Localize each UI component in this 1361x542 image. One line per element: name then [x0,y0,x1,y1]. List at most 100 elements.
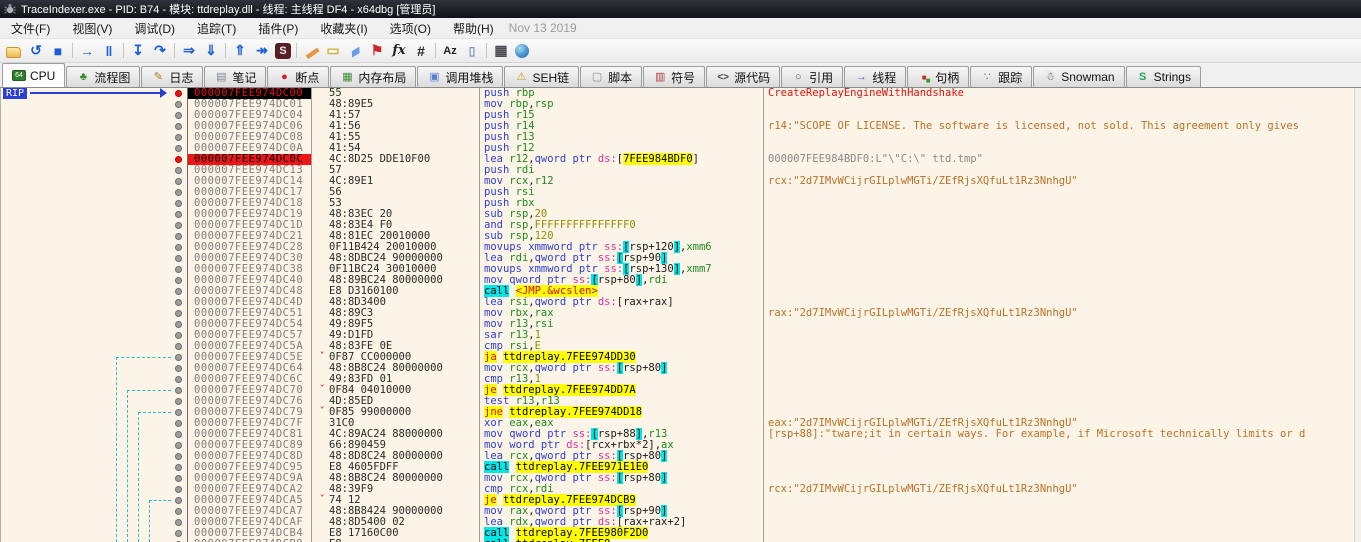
tab-log[interactable]: ✎ 日志 [141,66,204,87]
breakpoint-dot[interactable] [175,486,182,493]
breakpoint-gutter [171,242,188,253]
menu-item-2[interactable]: 调试(D) [123,22,186,36]
breakpoint-dot[interactable] [175,453,182,460]
calculator-icon[interactable]: ▦ [490,41,512,61]
breakpoint-dot[interactable] [175,266,182,273]
comment-cell [764,341,1361,352]
comment-cell [764,275,1361,286]
breakpoint-dot[interactable] [175,409,182,416]
breakpoint-dot[interactable] [175,211,182,218]
execute-till-return-icon[interactable]: ⇓ [200,41,222,61]
breakpoint-dot[interactable] [175,497,182,504]
breakpoint-dot[interactable] [175,277,182,284]
breakpoint-dot[interactable] [175,420,182,427]
globe-icon[interactable] [515,43,529,58]
breakpoint-dot-active[interactable] [175,156,182,163]
jump-gutter [1,418,171,429]
vertical-scrollbar[interactable] [1354,88,1361,542]
menu-item-0[interactable]: 文件(F) [0,22,61,36]
menu-item-5[interactable]: 收藏夹(I) [309,22,378,36]
hash-icon[interactable]: # [410,41,432,61]
menu-item-7[interactable]: 帮助(H) [442,22,505,36]
tab-trace[interactable]: ∵ 跟踪 [970,66,1033,87]
breakpoint-dot[interactable] [175,101,182,108]
breakpoint-dot[interactable] [175,134,182,141]
comment-cell [764,462,1361,473]
run-to-user-code-icon[interactable]: ↠ [251,41,273,61]
snowman-icon: ☃ [1045,70,1056,83]
breakpoint-dot[interactable] [175,475,182,482]
breakpoint-dot[interactable] [175,343,182,350]
breakpoint-dot[interactable] [175,167,182,174]
jump-gutter [1,132,171,143]
breakpoint-dot-active[interactable] [175,90,182,97]
breakpoint-dot[interactable] [175,233,182,240]
tab-snowman[interactable]: ☃ Snowman [1033,66,1125,87]
step-out-icon[interactable]: ⇑ [229,41,251,61]
stop-icon[interactable]: ■ [47,41,69,61]
breakpoint-dot[interactable] [175,112,182,119]
restart-icon[interactable]: ↺ [25,41,47,61]
tab-script[interactable]: ▢ 脚本 [580,66,643,87]
tab-threads[interactable]: → 线程 [844,66,907,87]
breakpoint-dot[interactable] [175,200,182,207]
breakpoint-dot[interactable] [175,310,182,317]
tab-seh[interactable]: ⚠ SEH链 [504,66,580,87]
tab-symbols[interactable]: ▥ 符号 [643,66,706,87]
menu-item-3[interactable]: 追踪(T) [186,22,247,36]
breakpoint-dot[interactable] [175,244,182,251]
jump-gutter [1,198,171,209]
breakpoint-dot[interactable] [175,288,182,295]
breakpoint-dot[interactable] [175,123,182,130]
breakpoint-dot[interactable] [175,299,182,306]
tab-strings[interactable]: S Strings [1125,66,1201,87]
tab-graph[interactable]: ♣ 流程图 [66,66,141,87]
open-file-icon[interactable] [6,47,21,58]
menu-item-4[interactable]: 插件(P) [247,22,309,36]
jump-gutter [1,99,171,110]
breakpoint-dot[interactable] [175,387,182,394]
menu-item-6[interactable]: 选项(O) [379,22,442,36]
bookmark-icon[interactable]: ⚑ [366,41,388,61]
breakpoint-dot[interactable] [175,321,182,328]
tab-breakpoints[interactable]: ● 断点 [267,66,330,87]
breakpoint-dot[interactable] [175,442,182,449]
breakpoint-dot[interactable] [175,178,182,185]
step-into-icon[interactable]: ↧ [127,41,149,61]
tab-memory-map[interactable]: ▦ 内存布局 [330,66,417,87]
breakpoint-dot[interactable] [175,376,182,383]
device-icon[interactable]: ▯ [461,41,483,61]
breakpoint-dot[interactable] [175,431,182,438]
tab-notes[interactable]: ▤ 笔记 [204,66,267,87]
scylla-icon[interactable]: S [275,42,291,59]
breakpoint-dot[interactable] [175,508,182,515]
text-size-icon[interactable]: Az [439,41,461,61]
tab-cpu[interactable]: 64 CPU [2,63,66,87]
breakpoint-dot[interactable] [175,398,182,405]
breakpoint-dot[interactable] [175,145,182,152]
breakpoint-gutter [171,528,188,539]
breakpoint-gutter [171,396,188,407]
menu-item-1[interactable]: 视图(V) [61,22,123,36]
tab-call-stack[interactable]: ▣ 调用堆栈 [417,66,504,87]
breakpoint-dot[interactable] [175,255,182,262]
comment-cell [764,209,1361,220]
tab-source[interactable]: <> 源代码 [706,66,781,87]
comment-icon[interactable]: ▭ [322,41,344,61]
breakpoint-dot[interactable] [175,365,182,372]
breakpoint-dot[interactable] [175,519,182,526]
breakpoint-dot[interactable] [175,464,182,471]
breakpoint-dot[interactable] [175,332,182,339]
tab-references[interactable]: ○ 引用 [781,66,844,87]
run-to-icon[interactable]: ⇒ [178,41,200,61]
comment-cell [764,99,1361,110]
breakpoint-dot[interactable] [175,530,182,537]
run-icon[interactable]: → [76,41,98,61]
function-icon[interactable]: fx [388,41,410,61]
tab-handles[interactable]: ■ 句柄 [907,66,970,87]
pause-icon[interactable]: ‖ [98,41,120,61]
breakpoint-dot[interactable] [175,354,182,361]
step-over-icon[interactable]: ↷ [149,41,171,61]
breakpoint-dot[interactable] [175,189,182,196]
breakpoint-dot[interactable] [175,222,182,229]
